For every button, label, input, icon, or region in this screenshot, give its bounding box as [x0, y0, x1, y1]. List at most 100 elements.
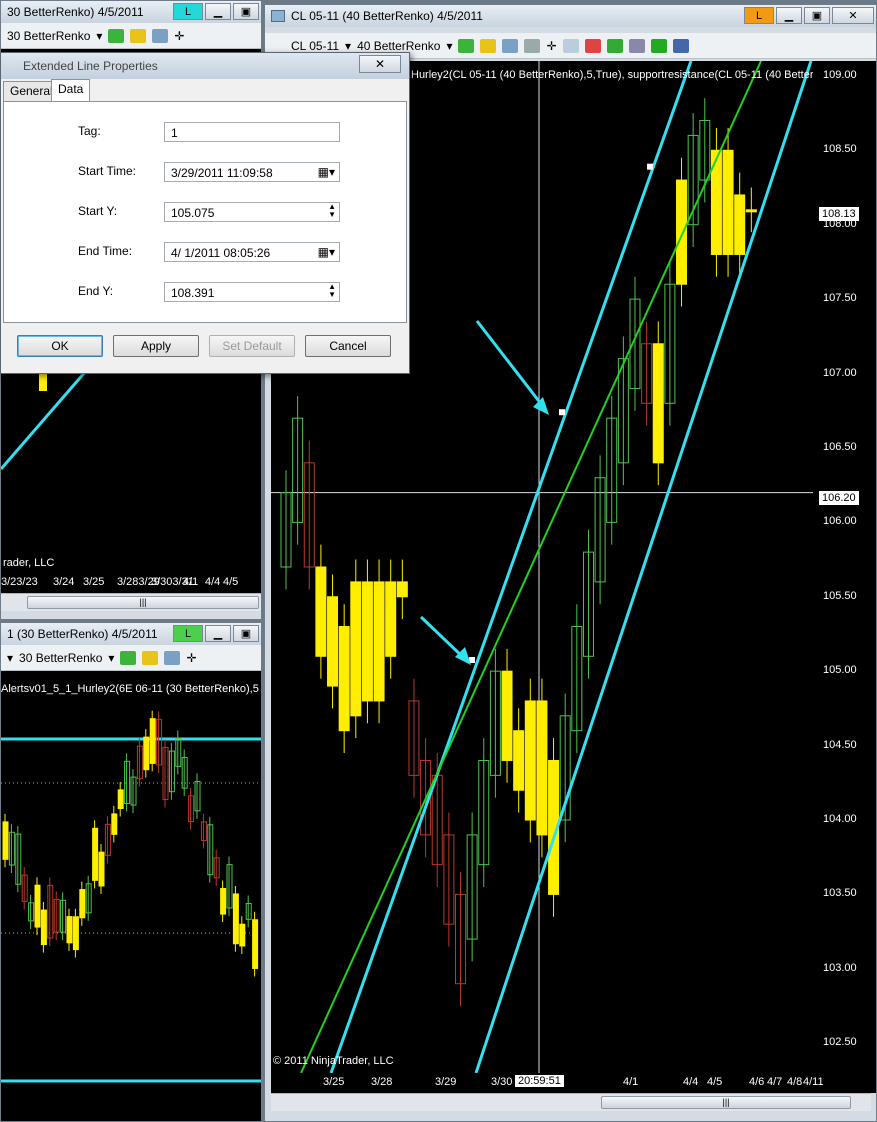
- y-tick-label: 103.50: [823, 887, 857, 900]
- candle: [40, 909, 47, 946]
- chevron-down-icon[interactable]: ▾: [7, 651, 13, 665]
- dialog-titlebar[interactable]: Extended Line Properties: [1, 53, 409, 79]
- interval-dropdown[interactable]: 30 BetterRenko: [7, 29, 90, 43]
- bar-type-icon[interactable]: [458, 38, 475, 53]
- chevron-down-icon[interactable]: ▾: [345, 39, 351, 53]
- arrow-line: [475, 320, 547, 410]
- set-default-button[interactable]: Set Default: [209, 335, 295, 357]
- crosshair-icon[interactable]: ✛: [174, 29, 184, 43]
- properties-icon[interactable]: [672, 38, 689, 53]
- start-y-label: Start Y:: [78, 204, 118, 218]
- candle: [252, 919, 259, 969]
- interval-dropdown[interactable]: 40 BetterRenko: [357, 39, 440, 53]
- candle: [66, 916, 73, 944]
- maximize-icon[interactable]: ▣: [804, 7, 830, 24]
- line-anchor-end: [647, 163, 653, 170]
- start-y-field[interactable]: 105.075 ▲ ▼: [164, 202, 340, 222]
- main-scrollbar[interactable]: |||: [271, 1093, 871, 1111]
- end-time-field[interactable]: 4/ 1/2011 08:05:26 ▦▾: [164, 242, 340, 262]
- start-time-field[interactable]: 3/29/2011 11:09:58 ▦▾: [164, 162, 340, 182]
- tag-field[interactable]: 1: [164, 122, 340, 142]
- dollar-icon[interactable]: [650, 38, 667, 53]
- x-tick-label: 4/7: [767, 1076, 783, 1088]
- instrument-dropdown[interactable]: CL 05-11: [291, 39, 339, 53]
- candle: [34, 884, 41, 928]
- close-icon[interactable]: ✕: [832, 7, 874, 24]
- candle: [2, 821, 9, 860]
- candle: [220, 888, 227, 915]
- spinner-icon[interactable]: ▲ ▼: [328, 203, 336, 219]
- scroll-thumb[interactable]: |||: [601, 1096, 851, 1109]
- candle: [396, 581, 408, 598]
- x-tick-label: 3/25: [323, 1076, 345, 1088]
- candle: [98, 851, 105, 887]
- calendar-icon[interactable]: ▦▾: [318, 165, 335, 179]
- x-tick-label: 3/30: [491, 1076, 513, 1088]
- link-button[interactable]: L: [173, 625, 203, 642]
- tab-data[interactable]: Data: [51, 79, 91, 102]
- left-top-scrollbar[interactable]: |||: [1, 593, 261, 611]
- calendar-icon[interactable]: ▦▾: [318, 245, 335, 259]
- main-y-axis[interactable]: 108.13 106.20 109.00 108.50 108.00 107.50 10…: [813, 61, 876, 1073]
- candle: [513, 730, 525, 791]
- y-tick-label: 107.00: [823, 366, 857, 379]
- indicators-icon[interactable]: [584, 38, 601, 53]
- y-tick-label: 109.00: [823, 68, 857, 81]
- line-anchor: [559, 409, 565, 416]
- zoom-icon[interactable]: [164, 650, 181, 665]
- extended-line-properties-dialog: Extended Line Properties ✕ General Data …: [0, 52, 410, 374]
- candle: [722, 149, 734, 255]
- left-bottom-chart[interactable]: Alertsv01_5_1_Hurley2(6E 06-11 (30 Bette…: [1, 671, 261, 1121]
- minimize-icon[interactable]: ▁: [205, 3, 231, 20]
- crosshair-icon[interactable]: ✛: [186, 651, 196, 665]
- minimize-icon[interactable]: ▁: [205, 625, 231, 642]
- left-bottom-toolbar: ▾ 30 BetterRenko ▾ ✛: [1, 645, 261, 671]
- crosshair-icon[interactable]: ✛: [546, 39, 556, 53]
- candle: [39, 371, 47, 391]
- cancel-button[interactable]: Cancel: [305, 335, 391, 357]
- spinner-icon[interactable]: ▲ ▼: [328, 283, 336, 299]
- maximize-icon[interactable]: ▣: [233, 3, 259, 20]
- data-tab-panel: Tag: 1 Start Time: 3/29/2011 11:09:58 ▦▾ …: [3, 101, 407, 323]
- x-tick-label: 4/1: [623, 1076, 639, 1088]
- candle: [501, 670, 513, 761]
- link-button[interactable]: L: [173, 3, 203, 20]
- ok-button[interactable]: OK: [17, 335, 103, 357]
- main-title: CL 05-11 (40 BetterRenko) 4/5/2011: [291, 9, 483, 23]
- main-x-axis[interactable]: 20:59:51 3/25 3/28 3/29 3/30 4/1 4/4 4/5 4/6 4/7…: [271, 1073, 876, 1093]
- chevron-down-icon[interactable]: ▾: [96, 29, 102, 43]
- scroll-thumb[interactable]: |||: [27, 596, 259, 609]
- chevron-down-icon[interactable]: ▾: [108, 651, 114, 665]
- x-tick-label: 4/4: [205, 576, 221, 588]
- apply-button[interactable]: Apply: [113, 335, 199, 357]
- end-y-field[interactable]: 108.391 ▲ ▼: [164, 282, 340, 302]
- pin-icon[interactable]: [524, 38, 541, 53]
- start-y-value: 105.075: [171, 206, 215, 220]
- zoom-icon[interactable]: [502, 38, 519, 53]
- bar-type-icon[interactable]: [108, 28, 125, 43]
- arrow-head: [533, 397, 549, 415]
- maximize-icon[interactable]: ▣: [233, 625, 259, 642]
- left-bottom-title: 1 (30 BetterRenko) 4/5/2011: [7, 627, 158, 641]
- pencil-icon[interactable]: [480, 38, 497, 53]
- candle: [524, 700, 536, 821]
- candle: [239, 923, 246, 947]
- minimize-icon[interactable]: ▁: [776, 7, 802, 24]
- zoom-icon[interactable]: [152, 28, 169, 43]
- x-tick-label: 4/4: [683, 1076, 699, 1088]
- interval-dropdown[interactable]: 30 BetterRenko: [19, 651, 102, 665]
- candle: [111, 813, 118, 835]
- y-tick-label: 104.00: [823, 813, 857, 825]
- left-top-x-axis: 3/23/23 3/24 3/25 3/283/29 3/303/31 4/1 4/4 4/5: [1, 573, 261, 593]
- magnifier-icon[interactable]: [562, 38, 579, 53]
- chevron-down-icon[interactable]: ▾: [446, 39, 452, 53]
- data-box-icon[interactable]: [628, 38, 645, 53]
- close-icon[interactable]: ✕: [359, 55, 401, 73]
- bar-type-icon[interactable]: [120, 650, 137, 665]
- pencil-icon[interactable]: [130, 28, 147, 43]
- pencil-icon[interactable]: [142, 650, 159, 665]
- strategies-icon[interactable]: [606, 38, 623, 53]
- x-tick-label: 4/5: [707, 1076, 723, 1088]
- x-tick-label: 3/23/23: [1, 576, 38, 588]
- link-button[interactable]: L: [744, 7, 774, 24]
